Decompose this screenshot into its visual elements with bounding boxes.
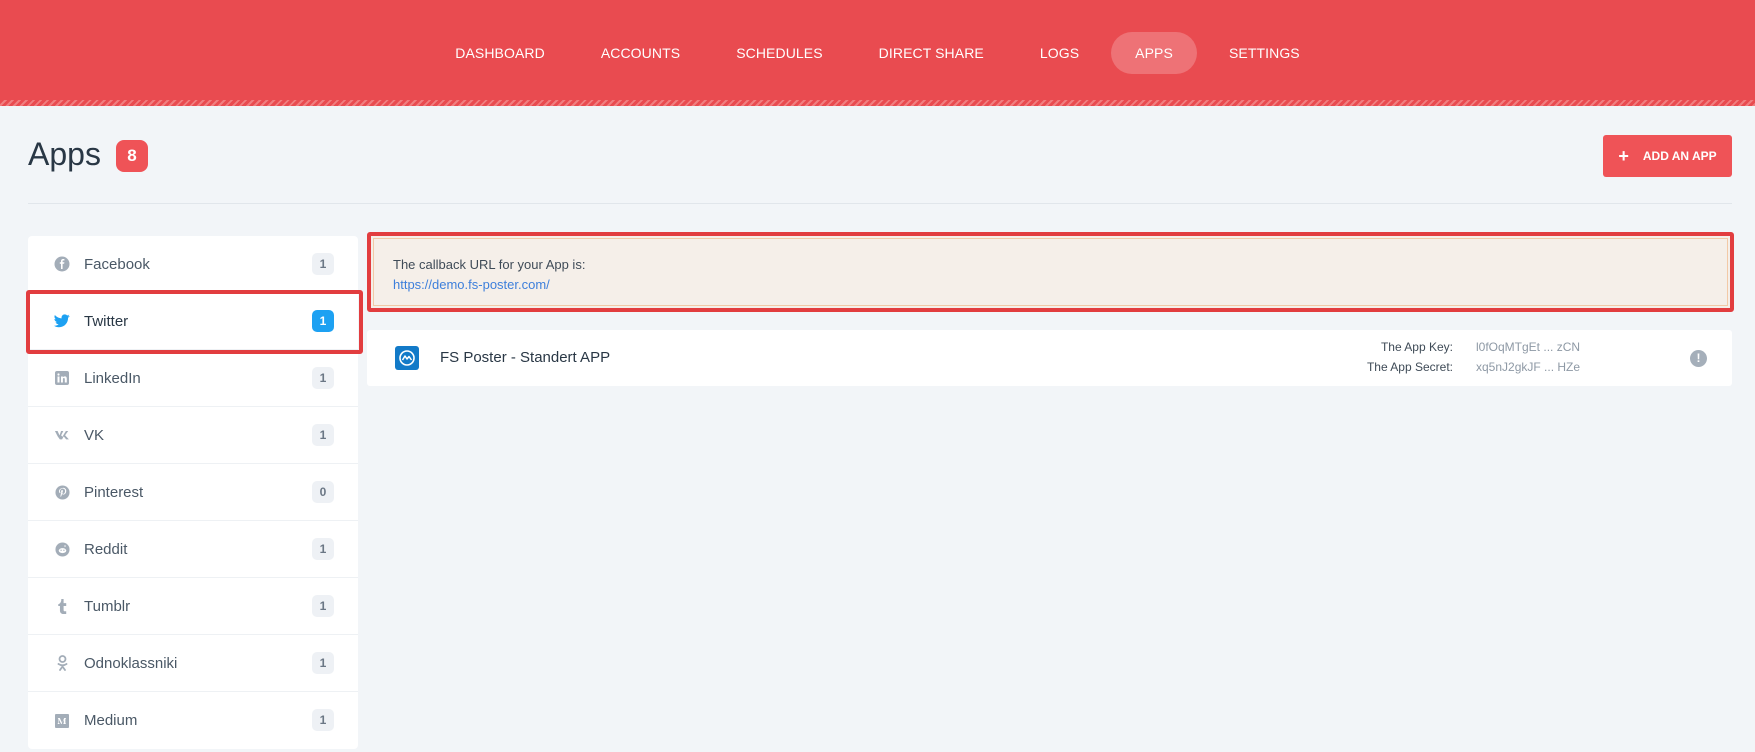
- pinterest-icon: [54, 484, 70, 500]
- app-row[interactable]: FS Poster - Standert APP The App Key: l0…: [367, 330, 1732, 386]
- fs-poster-logo-icon: [395, 346, 419, 370]
- main-nav: DASHBOARD ACCOUNTS SCHEDULES DIRECT SHAR…: [0, 32, 1755, 74]
- app-secret-value: xq5nJ2gkJF ... HZe: [1476, 360, 1581, 374]
- sidebar-item-count: 1: [312, 424, 334, 446]
- sidebar-item-label: Facebook: [84, 255, 150, 273]
- twitter-icon: [54, 313, 70, 329]
- sidebar-item-count: 1: [312, 253, 334, 275]
- sidebar-item-count: 1: [312, 538, 334, 560]
- sidebar-item-count: 1: [312, 367, 334, 389]
- sidebar-item-tumblr[interactable]: Tumblr 1: [28, 578, 358, 635]
- odnoklassniki-icon: [54, 655, 70, 671]
- sidebar-item-label: LinkedIn: [84, 369, 141, 387]
- sidebar-item-count: 0: [312, 481, 334, 503]
- nav-dashboard[interactable]: DASHBOARD: [431, 32, 569, 74]
- tumblr-icon: [54, 598, 70, 614]
- nav-logs[interactable]: LOGS: [1016, 32, 1103, 74]
- sidebar-item-medium[interactable]: Medium 1: [28, 692, 358, 749]
- sidebar-item-count: 1: [312, 310, 334, 332]
- linkedin-icon: [54, 370, 70, 386]
- apps-count-badge: 8: [116, 140, 148, 172]
- sidebar-item-vk[interactable]: VK 1: [28, 407, 358, 464]
- sidebar-item-facebook[interactable]: Facebook 1: [28, 236, 358, 293]
- info-icon[interactable]: !: [1690, 350, 1707, 367]
- callback-url-link[interactable]: https://demo.fs-poster.com/: [393, 277, 550, 292]
- sidebar-item-label: Medium: [84, 712, 138, 729]
- sidebar-item-count: 1: [312, 652, 334, 674]
- sidebar-item-label: VK: [84, 426, 105, 444]
- nav-accounts[interactable]: ACCOUNTS: [577, 32, 704, 74]
- nav-schedules[interactable]: SCHEDULES: [712, 32, 846, 74]
- social-network-sidebar: Facebook 1 Twitter 1 LinkedIn 1 VK 1 Pin…: [28, 236, 358, 749]
- add-app-button-label: ADD AN APP: [1642, 149, 1717, 163]
- page-title: Apps: [28, 136, 101, 172]
- app-secret-label: The App Secret:: [1366, 360, 1453, 374]
- nav-apps[interactable]: APPS: [1111, 32, 1197, 74]
- app-key-label: The App Key:: [1380, 340, 1453, 354]
- header-divider: [28, 203, 1732, 204]
- nav-direct-share[interactable]: DIRECT SHARE: [855, 32, 1008, 74]
- nav-settings[interactable]: SETTINGS: [1205, 32, 1324, 74]
- callback-notice-inner: [373, 238, 1728, 306]
- sidebar-item-twitter[interactable]: Twitter 1: [28, 293, 358, 350]
- plus-icon: +: [1618, 146, 1629, 166]
- app-key-value: l0fOqMTgEt ... zCN: [1476, 340, 1581, 354]
- sidebar-item-count: 1: [312, 595, 334, 617]
- sidebar-item-odnoklassniki[interactable]: Odnoklassniki 1: [28, 635, 358, 692]
- vk-icon: [54, 427, 70, 443]
- sidebar-item-label: Twitter: [84, 312, 129, 330]
- callback-notice: The callback URL for your App is: https:…: [367, 232, 1734, 312]
- medium-icon: [54, 713, 70, 729]
- sidebar-item-label: Odnoklassniki: [84, 654, 178, 672]
- facebook-icon: [54, 256, 70, 272]
- sidebar-item-label: Reddit: [84, 540, 128, 558]
- sidebar-item-label: Tumblr: [84, 597, 131, 615]
- sidebar-item-count: 1: [312, 709, 334, 731]
- reddit-icon: [54, 541, 70, 557]
- sidebar-item-linkedin[interactable]: LinkedIn 1: [28, 350, 358, 407]
- sidebar-item-reddit[interactable]: Reddit 1: [28, 521, 358, 578]
- top-navbar: DASHBOARD ACCOUNTS SCHEDULES DIRECT SHAR…: [0, 0, 1755, 106]
- add-app-button[interactable]: + ADD AN APP: [1603, 135, 1732, 177]
- app-name: FS Poster - Standert APP: [440, 349, 611, 366]
- sidebar-item-pinterest[interactable]: Pinterest 0: [28, 464, 358, 521]
- sidebar-item-label: Pinterest: [84, 483, 144, 501]
- callback-text: The callback URL for your App is:: [393, 257, 586, 272]
